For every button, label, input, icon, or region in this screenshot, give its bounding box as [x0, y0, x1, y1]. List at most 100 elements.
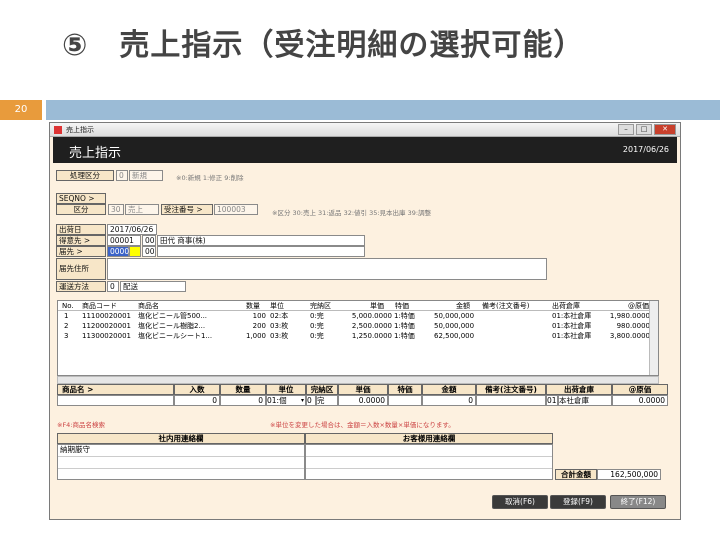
- app-window: 売上指示 – □ ✕ 売上指示 2017/06/26 処理区分 0 新規 ※0:…: [49, 122, 681, 520]
- unso-label: 運送方法: [56, 281, 106, 292]
- table-row[interactable]: 1 11100020001 塩化ビニール管500... 100 02:本 0:完…: [58, 311, 658, 321]
- cell-shohin-name: 塩化ビニール管500...: [138, 312, 208, 320]
- cell-tokka: 1:特価: [394, 312, 415, 320]
- todokesaki-label[interactable]: 届先 >: [56, 246, 106, 257]
- input-biko[interactable]: [476, 395, 546, 406]
- customer-memo-line[interactable]: [306, 457, 552, 469]
- input-suryo[interactable]: 0: [220, 395, 266, 406]
- unso-code-input[interactable]: 0: [107, 281, 119, 292]
- cell-shohin-code: 11200020001: [82, 322, 131, 330]
- cell-kanno: 0:完: [310, 322, 324, 330]
- table-row[interactable]: 2 11200020001 塩化ビニール樹脂2... 200 03:枚 0:完 …: [58, 321, 658, 331]
- todoke-jusho-input[interactable]: [107, 258, 547, 280]
- internal-memo-line[interactable]: 納期厳守: [58, 445, 304, 457]
- input-tokka[interactable]: [388, 395, 422, 406]
- tokuisaki-sub-input[interactable]: 00: [142, 235, 156, 246]
- total-value: 162,500,000: [597, 469, 661, 480]
- col-biko: 備考(注文番号): [482, 302, 530, 310]
- juchu-bango-input[interactable]: 100003: [214, 204, 258, 215]
- todoke-jusho-label: 届先住所: [56, 258, 106, 280]
- cell-tanka: 1,250.0000: [351, 332, 392, 340]
- kubun-code-input[interactable]: 30: [108, 204, 124, 215]
- cell-shohin-code: 11300020001: [82, 332, 131, 340]
- input-tani-label: 単位: [266, 384, 306, 395]
- shukka-date-label: 出荷日: [56, 224, 106, 235]
- input-tani-value: 01:個: [267, 396, 287, 405]
- kubun-name: 売上: [125, 204, 159, 215]
- cell-shohin-name: 塩化ビニールシート1...: [138, 332, 213, 340]
- col-tokka: 特価: [395, 302, 409, 310]
- cell-kingaku: 50,000,000: [434, 322, 475, 330]
- input-kanno-code[interactable]: 0: [306, 395, 316, 406]
- shori-kubun-code-input[interactable]: 0: [116, 170, 128, 181]
- shukka-date-input[interactable]: 2017/06/26: [107, 224, 157, 235]
- col-suryo: 数量: [246, 302, 260, 310]
- cell-tokka: 1:特価: [394, 332, 415, 340]
- close-window-button[interactable]: ✕: [654, 124, 676, 135]
- seqno-label[interactable]: SEQNO >: [56, 193, 106, 204]
- input-genka[interactable]: 0.0000: [612, 395, 668, 406]
- tokuisaki-code-input[interactable]: 00001: [107, 235, 141, 246]
- cell-shohin-code: 11100020001: [82, 312, 131, 320]
- tokuisaki-label[interactable]: 得意先 >: [56, 235, 106, 246]
- input-tanka[interactable]: 0.0000: [338, 395, 388, 406]
- col-shohin-name: 商品名: [138, 302, 159, 310]
- customer-memo-area[interactable]: [305, 444, 553, 480]
- juchu-bango-label[interactable]: 受注番号 >: [161, 204, 213, 215]
- input-tani-select[interactable]: 01:個 ▾: [266, 395, 306, 406]
- slide-title: ⑤ 売上指示（受注明細の選択可能）: [62, 28, 585, 63]
- maximize-button[interactable]: □: [636, 124, 652, 135]
- input-suryo-label: 数量: [220, 384, 266, 395]
- grid-horizontal-scrollbar[interactable]: [57, 376, 659, 384]
- internal-memo-line[interactable]: [58, 457, 304, 469]
- cell-suryo: 100: [252, 312, 266, 320]
- col-tani: 単位: [270, 302, 284, 310]
- customer-memo-label: お客様用連絡欄: [305, 433, 553, 444]
- col-kanno: 完納区: [310, 302, 331, 310]
- grid-vertical-scrollbar[interactable]: [649, 301, 658, 375]
- input-shohin-name[interactable]: [57, 395, 174, 406]
- col-shohin-code: 商品コード: [82, 302, 117, 310]
- minimize-button[interactable]: –: [618, 124, 634, 135]
- input-kingaku[interactable]: 0: [422, 395, 476, 406]
- input-irisu[interactable]: 0: [174, 395, 220, 406]
- grid-header: No. 商品コード 商品名 数量 単位 完納区 単価 特価 金額 備考(注文番号…: [58, 301, 658, 311]
- todokesaki-code-highlight[interactable]: [129, 246, 141, 257]
- shori-kubun-note: ※0:新規 1:修正 9:削除: [176, 174, 244, 182]
- cell-suryo: 1,000: [245, 332, 266, 340]
- input-soko-code[interactable]: 01: [546, 395, 558, 406]
- input-kanno-name: 完: [316, 395, 338, 406]
- cancel-button[interactable]: 取消(F6): [492, 495, 548, 509]
- f4-note: ※F4:商品名検索: [57, 421, 106, 429]
- col-tanka: 単価: [370, 302, 384, 310]
- register-button[interactable]: 登録(F9): [550, 495, 606, 509]
- input-soko-label: 出荷倉庫: [546, 384, 612, 395]
- cell-kanno: 0:完: [310, 332, 324, 340]
- cell-tani: 03:枚: [270, 322, 289, 330]
- todokesaki-code-input[interactable]: 00001: [107, 246, 134, 257]
- detail-grid: No. 商品コード 商品名 数量 単位 完納区 単価 特価 金額 備考(注文番号…: [57, 300, 659, 376]
- window-title: 売上指示: [66, 126, 94, 134]
- cell-genka: 980.0000: [616, 322, 650, 330]
- chevron-down-icon[interactable]: ▾: [301, 396, 304, 405]
- cell-genka: 1,980.0000: [609, 312, 650, 320]
- cell-soko: 01:本社倉庫: [552, 312, 592, 320]
- col-kingaku: 金額: [456, 302, 470, 310]
- input-shohin-name-label[interactable]: 商品名 >: [57, 384, 174, 395]
- cell-tanka: 2,500.0000: [351, 322, 392, 330]
- input-irisu-label: 入数: [174, 384, 220, 395]
- close-button[interactable]: 終了(F12): [610, 495, 666, 509]
- internal-memo-area[interactable]: 納期厳守: [57, 444, 305, 480]
- todokesaki-name: [157, 246, 365, 257]
- customer-memo-line[interactable]: [306, 445, 552, 457]
- input-kingaku-label: 金額: [422, 384, 476, 395]
- cell-kingaku: 62,500,000: [434, 332, 475, 340]
- slide-header-bar: [46, 100, 720, 120]
- tokuisaki-name: 田代 商事(株): [157, 235, 365, 246]
- kubun-note: ※区分 30:売上 31:返品 32:値引 35:見本出庫 39:調整: [272, 209, 432, 217]
- input-genka-label: @原価: [612, 384, 668, 395]
- todokesaki-sub-input[interactable]: 00: [142, 246, 156, 257]
- window-titlebar: 売上指示 – □ ✕: [50, 123, 680, 137]
- table-row[interactable]: 3 11300020001 塩化ビニールシート1... 1,000 03:枚 0…: [58, 331, 658, 341]
- cell-tanka: 5,000.0000: [351, 312, 392, 320]
